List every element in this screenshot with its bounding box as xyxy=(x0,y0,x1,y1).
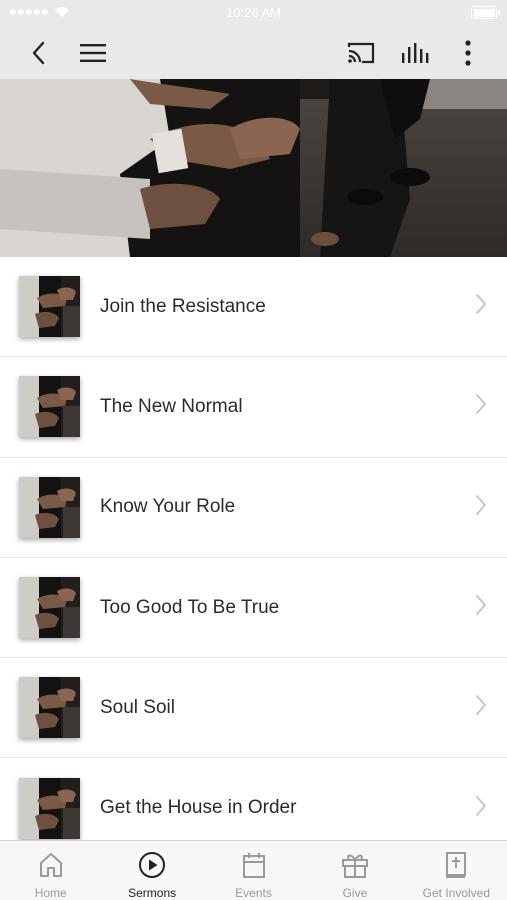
sermon-list-item[interactable]: Soul Soil xyxy=(0,658,507,759)
sermon-list-item[interactable]: Too Good To Be True xyxy=(0,557,507,659)
tab-label: Home xyxy=(34,886,67,900)
worship-hands-photo xyxy=(0,79,507,257)
tab-home[interactable]: Home xyxy=(0,841,101,900)
sermon-title: Know Your Role xyxy=(100,496,236,518)
sermon-thumbnail xyxy=(19,677,80,739)
back-button[interactable] xyxy=(24,26,52,79)
audio-button[interactable] xyxy=(398,26,432,79)
hero-image xyxy=(0,79,507,257)
calendar-icon xyxy=(242,853,265,878)
tab-label: Give xyxy=(342,886,368,900)
sermon-thumbnail xyxy=(19,476,80,538)
chevron-right-icon xyxy=(475,393,487,420)
tab-label: Sermons xyxy=(128,886,177,900)
gift-icon xyxy=(341,854,368,878)
sermon-thumbnail-image xyxy=(19,476,80,538)
more-button[interactable] xyxy=(458,26,478,79)
sermon-title: Too Good To Be True xyxy=(100,596,280,618)
sermon-list-item[interactable]: Know Your Role xyxy=(0,457,507,558)
home-icon xyxy=(39,853,62,877)
sermon-thumbnail-image xyxy=(19,677,80,739)
sermon-thumbnail xyxy=(19,276,80,338)
top-nav-bar xyxy=(0,26,507,79)
chevron-right-icon xyxy=(475,293,487,320)
cast-button[interactable] xyxy=(344,26,378,79)
sermon-thumbnail xyxy=(19,376,80,438)
status-bar: 10:26 AM xyxy=(0,0,507,26)
chevron-right-icon xyxy=(475,494,487,521)
sermon-list: Join the Resistance The New Normal Know Yo… xyxy=(0,257,507,840)
bible-icon xyxy=(446,852,467,878)
sermon-thumbnail xyxy=(19,777,80,839)
sermon-list-item[interactable]: The New Normal xyxy=(0,357,507,458)
hamburger-menu-icon xyxy=(80,43,106,62)
tab-label: Get Involved xyxy=(422,886,491,900)
sermon-thumbnail-image xyxy=(19,376,80,438)
bottom-tab-bar: Home Sermons Events Give Get Involved xyxy=(0,840,507,900)
sermon-title: Join the Resistance xyxy=(100,295,266,317)
sermon-list-item[interactable]: Join the Resistance xyxy=(0,257,507,358)
sermon-thumbnail-image xyxy=(19,777,80,839)
chevron-right-icon xyxy=(475,694,487,721)
chevron-right-icon xyxy=(475,594,487,621)
sermon-thumbnail-image xyxy=(19,577,80,639)
chevron-right-icon xyxy=(475,795,487,822)
sermon-title: Get the House in Order xyxy=(100,797,297,819)
status-time: 10:26 AM xyxy=(226,5,281,20)
tab-events[interactable]: Events xyxy=(203,841,304,900)
menu-button[interactable] xyxy=(78,26,108,79)
battery-icon xyxy=(471,6,500,19)
tab-sermons[interactable]: Sermons xyxy=(101,841,202,900)
sermon-thumbnail-image xyxy=(19,276,80,338)
play-circle-icon xyxy=(139,852,166,878)
tab-label: Events xyxy=(235,886,272,900)
sermon-list-item[interactable]: Get the House in Order xyxy=(0,758,507,840)
back-arrow-icon xyxy=(32,41,45,64)
tab-get-involved[interactable]: Get Involved xyxy=(406,841,507,900)
tab-give[interactable]: Give xyxy=(304,841,405,900)
sermon-title: Soul Soil xyxy=(100,696,175,718)
audio-levels-icon xyxy=(402,42,429,63)
sermon-thumbnail xyxy=(19,577,80,639)
cast-icon xyxy=(347,42,375,63)
sermon-title: The New Normal xyxy=(100,395,243,417)
more-vertical-icon xyxy=(465,39,471,66)
